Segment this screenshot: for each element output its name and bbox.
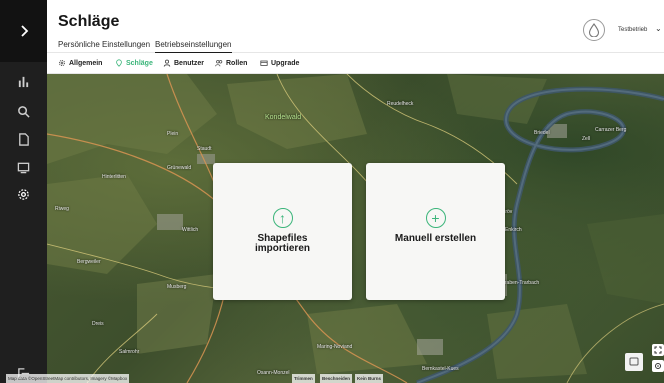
sidebar-item-search[interactable]: [0, 100, 47, 122]
create-manually-card[interactable]: + Manuell erstellen: [366, 163, 505, 300]
document-icon: [19, 132, 29, 146]
map-label: Traben-Trarbach: [502, 280, 540, 286]
chevron-down-icon[interactable]: ⌄: [655, 24, 662, 33]
sidebar-item-monitor[interactable]: [0, 156, 47, 178]
map-label: Zell: [582, 136, 591, 142]
map-label: Grünewald: [167, 165, 192, 171]
fullscreen-button[interactable]: [652, 344, 664, 356]
import-shapefiles-card[interactable]: ↑ Shapefiles importieren: [213, 163, 352, 300]
sidebar-item-settings[interactable]: [0, 183, 47, 205]
map-label: Staudt: [197, 146, 212, 152]
card-label: Shapefiles importieren: [254, 233, 310, 254]
card-label: Manuell erstellen: [394, 233, 477, 244]
tab-business-settings[interactable]: Betriebseinstellungen: [155, 40, 232, 54]
map-label: Riweg: [55, 206, 69, 212]
chat-icon: [629, 357, 639, 366]
map-label: Salmrohr: [119, 349, 140, 355]
location-pin-icon: [116, 59, 122, 67]
map-label: Hinterlitten: [102, 174, 126, 180]
bar-chart-icon: [18, 76, 29, 87]
subnav-benutzer[interactable]: Benutzer: [163, 59, 204, 67]
map-label: Bergweiler: [77, 259, 101, 265]
map-cut-button[interactable]: Beschneiden: [320, 374, 353, 383]
company-logo[interactable]: [583, 19, 605, 41]
subnav-upgrade[interactable]: Upgrade: [260, 59, 299, 67]
page-title: Schläge: [58, 13, 120, 30]
chat-button[interactable]: [625, 353, 643, 371]
map-label: Plein: [167, 131, 179, 137]
satellite-map[interactable]: Kondelwald Reudelheck Staudt Grünewald H…: [47, 74, 664, 383]
sidebar-item-dashboard[interactable]: [0, 70, 47, 92]
subnav-allgemein[interactable]: Allgemein: [58, 59, 102, 67]
subnav-schlaege[interactable]: Schläge: [115, 59, 153, 67]
map-label: Osann-Monzel: [257, 370, 290, 376]
locate-button[interactable]: [652, 360, 664, 372]
sidebar-item-documents[interactable]: [0, 128, 47, 150]
plus-circle-icon: +: [425, 208, 446, 228]
map-none-button[interactable]: Kein Burns: [355, 374, 384, 383]
map-attribution: Map data ©OpenStreetMap contributors, Im…: [6, 374, 130, 383]
card-icon: [260, 60, 268, 66]
map-label: Dreis: [92, 321, 104, 327]
monitor-icon: [17, 162, 30, 173]
upload-icon: ↑: [272, 208, 293, 228]
settings-gear-icon: [18, 188, 29, 200]
map-label: Reudelheck: [387, 101, 414, 107]
map-label: Wittlich: [182, 227, 199, 233]
sidebar-toggle-button[interactable]: [0, 0, 47, 62]
map-label: Musberg: [167, 284, 187, 290]
map-label: Bernkastel-Kues: [422, 366, 459, 372]
subnav-rollen[interactable]: Rollen: [215, 59, 247, 67]
map-simplify-button[interactable]: Trimmen: [292, 374, 315, 383]
fullscreen-icon: [654, 346, 662, 354]
chevron-right-icon: [20, 25, 28, 37]
search-icon: [18, 105, 30, 118]
user-name[interactable]: Testbetrieb: [618, 27, 647, 33]
sidebar: [0, 0, 47, 383]
map-label: Enkirch: [505, 227, 522, 233]
map-label: Kondelwald: [265, 114, 302, 121]
drop-logo-icon: [588, 23, 600, 37]
user-icon: [163, 59, 171, 67]
map-label: Carrazer Berg: [595, 127, 627, 133]
gear-icon: [58, 59, 66, 67]
tab-personal-settings[interactable]: Persönliche Einstellungen: [58, 40, 150, 49]
map-label: Maring-Noviand: [317, 344, 353, 350]
users-icon: [215, 60, 223, 67]
page-header: Schläge Persönliche Einstellungen Betrie…: [47, 0, 664, 54]
settings-subnav: Allgemein Schläge Benutzer Rollen Upgrad…: [47, 53, 664, 74]
locate-icon: [655, 363, 661, 369]
map-terrain: [47, 74, 664, 383]
map-label: Briedel: [534, 130, 550, 136]
